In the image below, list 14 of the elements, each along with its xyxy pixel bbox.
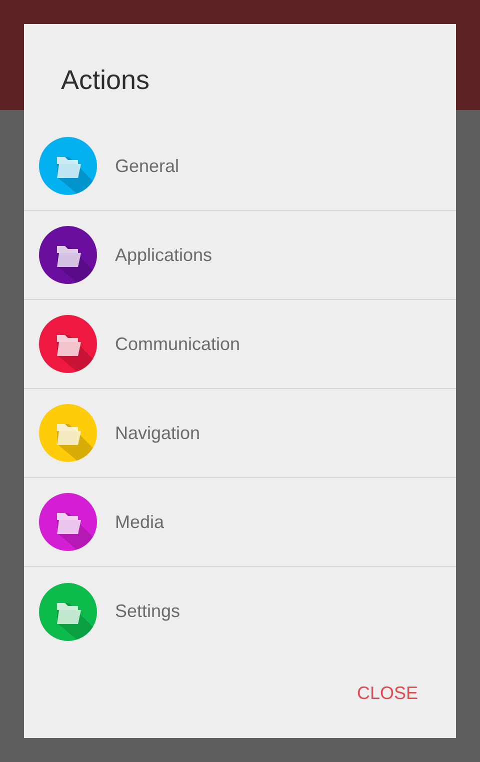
dialog-title: Actions: [61, 64, 150, 97]
list-item[interactable]: Applications: [24, 211, 456, 300]
item-label: Navigation: [115, 422, 200, 445]
list-item[interactable]: Navigation: [24, 389, 456, 478]
close-button[interactable]: CLOSE: [344, 672, 430, 714]
item-label: Applications: [115, 244, 212, 267]
item-label: Settings: [115, 600, 180, 623]
list-item[interactable]: General: [24, 122, 456, 211]
list-item[interactable]: Communication: [24, 300, 456, 389]
item-label: Communication: [115, 332, 240, 356]
list-item[interactable]: Media: [24, 478, 456, 567]
item-label: General: [115, 154, 180, 178]
item-label: Media: [115, 510, 164, 534]
list-item[interactable]: Settings: [24, 567, 456, 656]
